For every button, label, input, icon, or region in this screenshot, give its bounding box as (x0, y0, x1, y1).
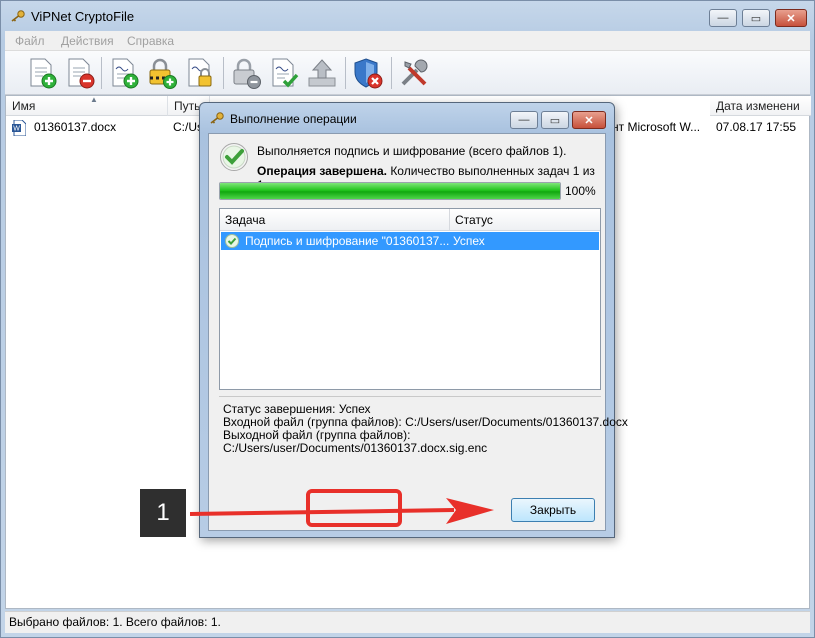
file-date: 07.08.17 17:55 (716, 120, 797, 134)
column-label: Имя (12, 99, 36, 113)
toolbar (5, 51, 810, 95)
column-header-task[interactable]: Задача (220, 209, 450, 231)
file-name[interactable]: 01360137.docx (34, 120, 116, 134)
toolbar-separator (345, 57, 346, 89)
menu-file[interactable]: Файл (15, 34, 45, 48)
encrypt-lock-icon[interactable] (183, 56, 217, 90)
sort-asc-icon: ▲ (90, 96, 98, 104)
progress-bar (219, 182, 561, 200)
dialog-close-x-button[interactable]: ✕ (572, 111, 606, 129)
app-key-icon (11, 10, 25, 22)
svg-text:W: W (13, 126, 20, 133)
detail-output-file: C:/Users/user/Documents/01360137.docx.si… (223, 441, 488, 455)
step-callout: 1 (140, 489, 186, 537)
tools-icon[interactable] (397, 56, 431, 90)
operation-dialog: Выполнение операции — ▭ ✕ Выполняется по… (199, 102, 628, 538)
operation-message: Выполняется подпись и шифрование (всего … (257, 144, 567, 158)
verify-check-icon[interactable] (267, 56, 301, 90)
sign-add-icon[interactable] (25, 56, 59, 90)
toolbar-separator (101, 57, 102, 89)
dialog-minimize-button[interactable]: — (510, 111, 538, 129)
title-bar: ViPNet CryptoFile — ▭ ✕ (1, 1, 814, 31)
progress-label: 100% (565, 184, 596, 198)
file-type: нт Microsoft W... (612, 120, 701, 134)
success-check-icon (220, 143, 248, 171)
task-success-icon (225, 234, 239, 248)
dialog-body: Выполняется подпись и шифрование (всего … (208, 133, 628, 531)
window-title: ViPNet CryptoFile (31, 9, 135, 24)
task-row[interactable]: Подпись и шифрование "01360137... Успех (221, 232, 599, 250)
menu-help[interactable]: Справка (127, 34, 174, 48)
encrypt-add-icon[interactable] (145, 56, 179, 90)
minimize-button[interactable]: — (709, 9, 737, 27)
column-header-name[interactable]: Имя ▲ (6, 96, 168, 116)
progress-fill (220, 183, 560, 199)
sign-doc-add-icon[interactable] (107, 56, 141, 90)
menu-bar: Файл Действия Справка (5, 31, 810, 51)
menu-actions[interactable]: Действия (61, 34, 114, 48)
column-header-status[interactable]: Статус (450, 209, 600, 231)
dialog-maximize-button[interactable]: ▭ (541, 111, 569, 129)
sign-remove-icon[interactable] (63, 56, 97, 90)
column-label: Путь (174, 99, 201, 113)
status-bar: Выбрано файлов: 1. Всего файлов: 1. (5, 611, 810, 633)
upload-icon[interactable] (305, 56, 339, 90)
shield-remove-icon[interactable] (351, 56, 385, 90)
close-button[interactable]: Закрыть (511, 498, 595, 522)
task-name: Подпись и шифрование "01360137... (245, 234, 450, 248)
column-label: Дата изменени (716, 99, 800, 113)
close-window-button[interactable]: ✕ (775, 9, 807, 27)
toolbar-separator (391, 57, 392, 89)
column-header-date[interactable]: Дата изменени (710, 96, 811, 116)
dialog-key-icon (210, 112, 224, 124)
toolbar-separator (223, 57, 224, 89)
pointer-arrow (190, 498, 494, 524)
dialog-title: Выполнение операции (230, 112, 357, 126)
completion-details: Статус завершения: Успех Входной файл (г… (219, 396, 628, 486)
result-bold: Операция завершена. (257, 164, 387, 178)
maximize-button[interactable]: ▭ (742, 9, 770, 27)
status-text: Выбрано файлов: 1. Всего файлов: 1. (9, 615, 221, 629)
word-doc-icon: W (12, 120, 26, 136)
task-status: Успех (453, 234, 485, 248)
decrypt-remove-icon[interactable] (229, 56, 263, 90)
task-list[interactable]: Задача Статус Подпись и шифрование "0136… (219, 208, 601, 390)
